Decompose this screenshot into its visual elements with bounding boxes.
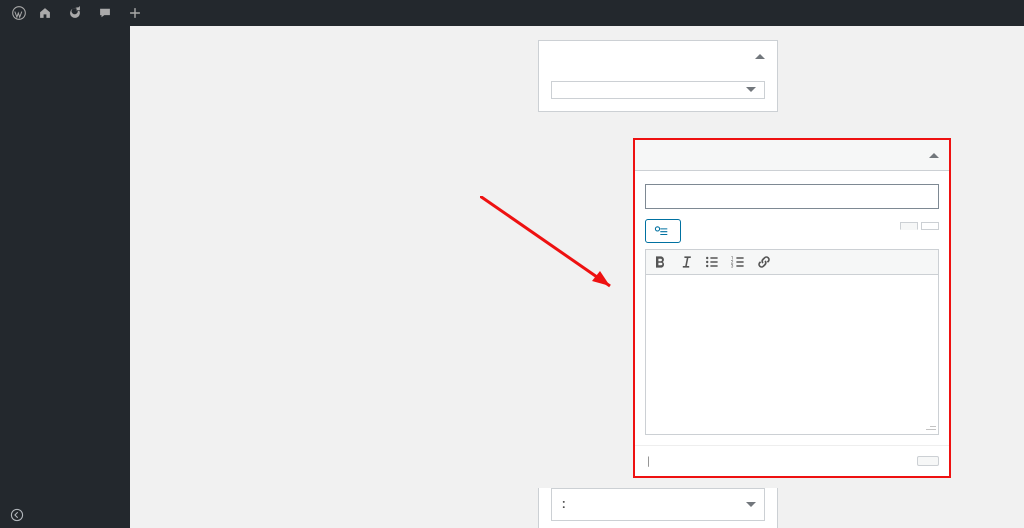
chevron-up-icon <box>755 49 765 59</box>
collapse-menu[interactable] <box>0 502 130 528</box>
wp-logo[interactable] <box>6 6 32 20</box>
tab-text[interactable] <box>921 222 939 230</box>
admin-sidebar <box>0 26 130 528</box>
widget-title-input[interactable] <box>645 184 939 209</box>
site-home[interactable] <box>32 6 62 20</box>
resize-grip-icon[interactable] <box>920 422 936 432</box>
saved-status <box>917 456 939 466</box>
wordpress-icon <box>12 6 26 20</box>
refresh-icon <box>68 6 82 20</box>
widget-instance-text-1[interactable] <box>551 81 765 99</box>
bold-icon[interactable] <box>652 254 668 270</box>
editor-tabs <box>900 219 939 234</box>
home-icon <box>38 6 52 20</box>
admin-bar <box>0 0 1024 26</box>
updates[interactable] <box>62 6 92 20</box>
chevron-up-icon <box>929 148 939 158</box>
svg-text:3: 3 <box>731 264 734 270</box>
bullet-list-icon[interactable] <box>704 254 720 270</box>
italic-icon[interactable] <box>678 254 694 270</box>
editor-textarea[interactable] <box>645 275 939 435</box>
widget-editor-panel: 123 | <box>633 138 951 478</box>
plus-icon <box>128 6 142 20</box>
widget-editor-header[interactable] <box>635 140 949 171</box>
available-widgets <box>130 26 532 528</box>
sidebar-area-desc <box>539 71 777 81</box>
widget-editor-body: 123 <box>635 171 949 445</box>
media-icon <box>654 224 668 238</box>
new-content[interactable] <box>122 6 152 20</box>
widget-instance-text-2-outer: : <box>538 488 778 528</box>
ordered-list-icon[interactable]: 123 <box>730 254 746 270</box>
comment-icon <box>98 6 112 20</box>
widget-instance-text-2[interactable]: : <box>551 488 765 521</box>
widget-editor-footer: | <box>635 445 949 476</box>
sidebar-area-header[interactable] <box>539 41 777 71</box>
link-icon[interactable] <box>756 254 772 270</box>
add-media-button[interactable] <box>645 219 681 243</box>
comments-bubble[interactable] <box>92 6 122 20</box>
main-content: : <box>130 26 1024 528</box>
sidebar-area-archive-hotel <box>538 40 778 112</box>
widget-type: : <box>562 497 566 512</box>
tab-visual[interactable] <box>900 222 918 230</box>
collapse-icon <box>10 508 24 522</box>
editor-toolbar: 123 <box>645 249 939 275</box>
